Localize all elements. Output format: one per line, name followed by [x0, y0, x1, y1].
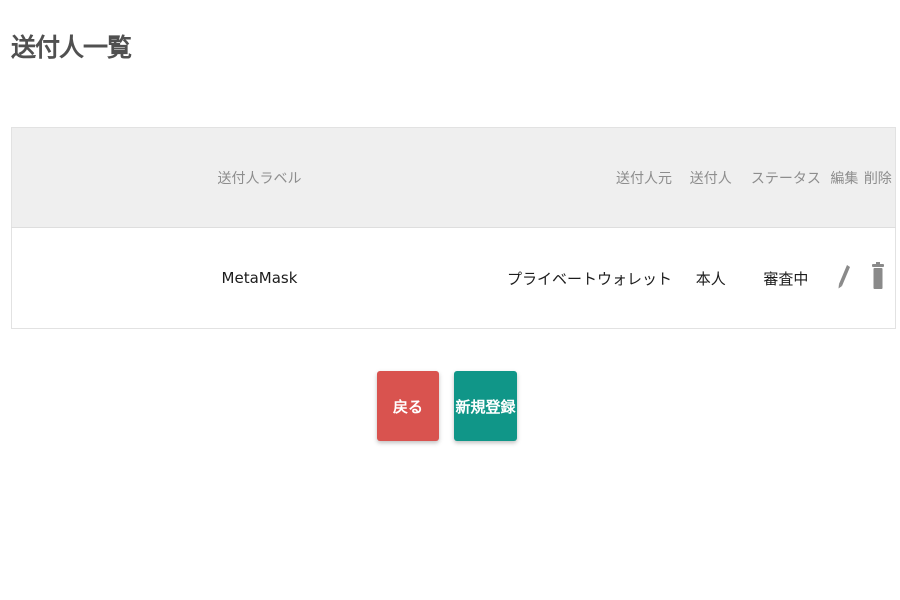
back-button[interactable]: 戻る — [377, 371, 439, 441]
row-status: 審査中 — [763, 269, 809, 288]
header-source: 送付人元 — [506, 127, 678, 228]
header-label: 送付人ラベル — [11, 127, 507, 228]
row-sender: 本人 — [695, 269, 726, 288]
header-sender: 送付人 — [678, 127, 744, 228]
row-label: MetaMask — [221, 269, 298, 287]
header-status: ステータス — [743, 127, 829, 228]
delete-cell — [861, 228, 896, 329]
page-title: 送付人一覧 — [11, 33, 132, 62]
row-source: プライベートウォレット — [506, 269, 672, 288]
sender-table: 送付人ラベル 送付人元 送付人 ステータス 編集 削除 MetaMask プライ… — [11, 127, 896, 329]
edit-cell — [828, 228, 861, 329]
trash-icon[interactable] — [871, 262, 884, 294]
new-registration-button[interactable]: 新規登録 — [454, 371, 517, 441]
pencil-icon[interactable] — [837, 263, 851, 293]
header-edit: 編集 — [828, 127, 861, 228]
table-header-row: 送付人ラベル 送付人元 送付人 ステータス 編集 削除 — [11, 127, 896, 228]
table-row: MetaMask プライベートウォレット 本人 審査中 — [11, 227, 896, 329]
header-delete: 削除 — [860, 127, 896, 228]
